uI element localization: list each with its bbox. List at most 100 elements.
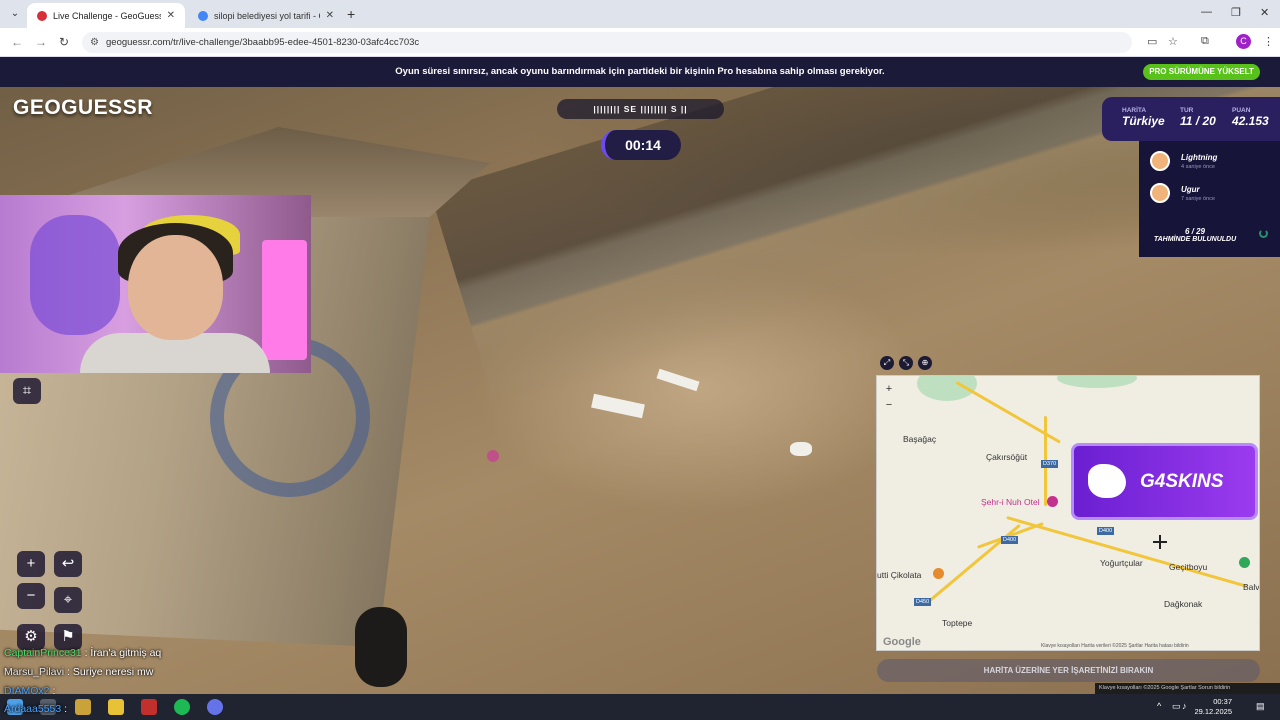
road-shield: D450: [914, 598, 932, 606]
cast-icon[interactable]: ▭: [1147, 35, 1157, 48]
map-pin-icon[interactable]: ⊕: [918, 356, 932, 370]
compass-heading-s: S: [670, 104, 678, 114]
round-stat: TUR 11 / 20: [1180, 107, 1216, 128]
round-timer: 00:14: [601, 130, 681, 160]
url-field[interactable]: ⚙ geoguessr.com/tr/live-challenge/3baabb…: [82, 32, 1132, 53]
compass-bar: |||||||| SE |||||||| S ||: [557, 99, 724, 119]
tab-google-search[interactable]: silopi belediyesi yol tarifi - Goo ✕: [188, 3, 344, 28]
browser-tab-strip: ⌄ Live Challenge - GeoGuessr ✕ silopi be…: [0, 0, 1280, 28]
zoom-in-button[interactable]: +: [17, 551, 45, 577]
new-tab-icon[interactable]: +: [347, 6, 355, 22]
game-status-panel: HARİTA Türkiye TUR 11 / 20 PUAN 42.153: [1102, 97, 1280, 141]
restore-icon[interactable]: ❐: [1231, 6, 1241, 19]
map-road: [1006, 516, 1248, 588]
zoom-out-button[interactable]: −: [17, 583, 45, 609]
cat-poster: [30, 215, 120, 335]
map-footer: Klavye kısayolları Harita verileri ©2025…: [1041, 643, 1189, 649]
score-stat-value: 42.153: [1232, 114, 1269, 128]
return-to-start-icon[interactable]: ⌖: [54, 587, 82, 613]
ad-text: G4SKINS: [1140, 471, 1224, 492]
map-expand-icon[interactable]: ⤢: [880, 356, 894, 370]
extensions-icon[interactable]: ⧉: [1201, 35, 1209, 48]
notifications-icon[interactable]: ▤: [1256, 701, 1265, 712]
map-label: Dağkonak: [1164, 599, 1203, 609]
streamer-webcam: [0, 195, 311, 373]
place-pin-icon: [1239, 557, 1250, 568]
pink-light: [262, 240, 307, 360]
close-window-icon[interactable]: ✕: [1260, 6, 1269, 19]
logo-text: GEOGUESSR: [13, 96, 153, 119]
chat-message: CaptainPrince31 : İran'a gitmiş aq: [4, 647, 161, 659]
geoguessr-logo[interactable]: GEOGUESSR: [13, 96, 153, 126]
system-clock[interactable]: 00:37 29.12.2025: [1192, 697, 1232, 717]
location-pin-favicon-icon: [37, 10, 47, 21]
address-toolbar: ← → ↻ ⚙ geoguessr.com/tr/live-challenge/…: [0, 28, 1280, 57]
score-stat-label: PUAN: [1232, 107, 1251, 114]
close-tab-icon[interactable]: ✕: [167, 10, 175, 21]
discord-icon[interactable]: [207, 699, 223, 715]
map-stat: HARİTA Türkiye: [1122, 107, 1165, 128]
pro-banner: Oyun süresi sınırsız, ancak oyunu barınd…: [0, 57, 1280, 87]
tray-chevron-icon[interactable]: ^: [1157, 701, 1161, 711]
paper-litter: [790, 442, 812, 456]
score-stat: PUAN 42.153: [1232, 107, 1269, 128]
windows-taskbar: ^ ▭ ♪ 00:37 29.12.2025 ▤: [0, 694, 1280, 720]
screen: ⌄ Live Challenge - GeoGuessr ✕ silopi be…: [0, 0, 1280, 720]
profile-avatar[interactable]: C: [1236, 34, 1251, 49]
map-zoom-in-icon[interactable]: +: [881, 382, 897, 396]
google-favicon-icon: [198, 10, 208, 21]
undo-move-icon[interactable]: ↩: [54, 551, 82, 577]
guess-label: TAHMİNDE BULUNULDU: [1153, 236, 1237, 243]
wolf-logo-icon: [1088, 464, 1126, 498]
minimize-icon[interactable]: —: [1201, 6, 1212, 18]
map-shrink-icon[interactable]: ⤡: [899, 356, 913, 370]
chrome-icon[interactable]: [108, 699, 124, 715]
place-guess-button[interactable]: HARİTA ÜZERİNE YER İŞARETİNİZİ BIRAKIN: [877, 659, 1260, 682]
player-time: 4 saniye önce: [1181, 164, 1215, 170]
litter-item: [487, 450, 499, 462]
forward-icon[interactable]: →: [35, 35, 47, 49]
shop-pin-icon: [933, 568, 944, 579]
volume-icon[interactable]: ♪: [1182, 701, 1187, 711]
loading-spinner-icon: [1259, 229, 1268, 238]
round-stat-label: TUR: [1180, 107, 1194, 114]
map-label: Başağaç: [903, 434, 937, 444]
network-icon[interactable]: ▭: [1172, 701, 1181, 712]
clock-date: 29.12.2025: [1194, 707, 1232, 716]
player-name: Lightning: [1181, 153, 1218, 162]
bookmark-star-icon[interactable]: ☆: [1168, 35, 1178, 48]
streamer-face: [128, 235, 223, 340]
avatar: [1150, 183, 1170, 203]
map-zoom-out-icon[interactable]: −: [881, 398, 897, 412]
close-tab-icon[interactable]: ✕: [326, 10, 334, 21]
guess-status: 6 / 29 TAHMİNDE BULUNULDU: [1139, 227, 1251, 243]
back-icon[interactable]: ←: [11, 35, 23, 49]
tab-search-icon[interactable]: ⌄: [6, 5, 24, 23]
reload-icon[interactable]: ↻: [59, 35, 69, 49]
tab-title: silopi belediyesi yol tarifi - Goo: [214, 10, 320, 21]
round-stat-value: 11 / 20: [1180, 114, 1216, 128]
tab-title: Live Challenge - GeoGuessr: [53, 10, 161, 21]
guess-count: 6 / 29: [1184, 227, 1205, 236]
streetview-footer: Klavye kısayolları ©2025 Google Şartlar …: [1095, 683, 1280, 694]
road-shield: D370: [1041, 460, 1059, 468]
menu-kebab-icon[interactable]: ⋮: [1263, 35, 1274, 48]
upgrade-pro-button[interactable]: PRO SÜRÜMÜNE YÜKSELT: [1143, 64, 1260, 80]
map-toolbar: ⤢ ⤡ ⊕: [876, 354, 936, 372]
road-shield: D400: [1001, 536, 1019, 544]
hotel-pin-icon: [1047, 496, 1058, 507]
report-location-icon[interactable]: ⌗: [13, 378, 41, 404]
map-label: Toptepe: [942, 618, 973, 628]
player-row: Ugur 7 saniye önce: [1150, 183, 1275, 205]
park-area: [1057, 376, 1137, 388]
obs-icon[interactable]: [141, 699, 157, 715]
map-label: Balv: [1243, 582, 1260, 592]
spotify-icon[interactable]: [174, 699, 190, 715]
player-row: Lightning 4 saniye önce: [1150, 151, 1275, 173]
site-info-icon[interactable]: ⚙: [90, 32, 99, 53]
file-explorer-icon[interactable]: [75, 699, 91, 715]
g4skins-ad[interactable]: G4SKINS: [1071, 443, 1258, 520]
tab-geoguessr[interactable]: Live Challenge - GeoGuessr ✕: [27, 3, 185, 28]
map-label: utti Çikolata: [877, 570, 922, 580]
chat-text: :: [64, 703, 68, 715]
